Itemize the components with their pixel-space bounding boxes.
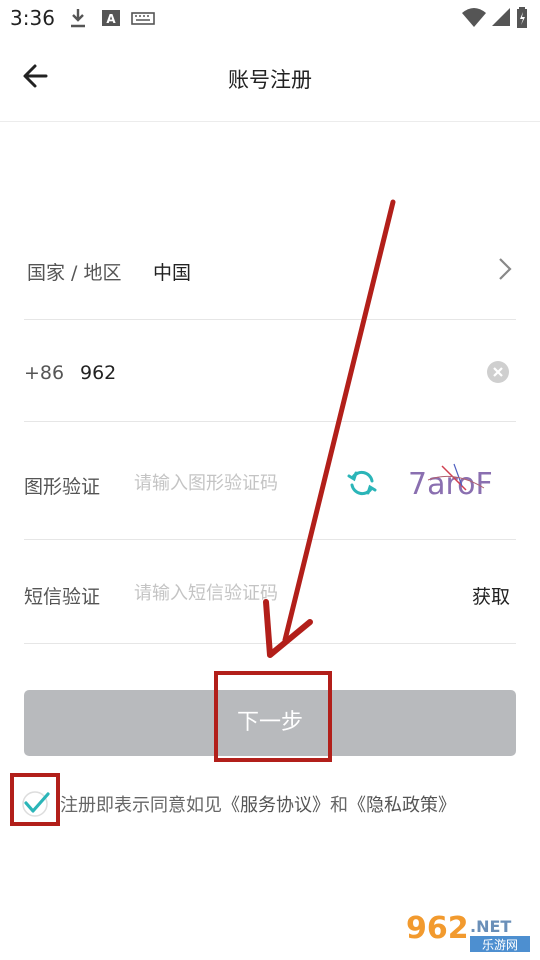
svg-text:962: 962 [406, 911, 469, 946]
annotation-box-checkbox [10, 773, 60, 826]
svg-text:.NET: .NET [470, 917, 511, 936]
watermark-logo: 962 .NET 乐游网 [406, 911, 530, 952]
annotation-box-next [214, 671, 332, 762]
annotation-arrow [263, 199, 396, 658]
svg-text:乐游网: 乐游网 [482, 938, 518, 952]
